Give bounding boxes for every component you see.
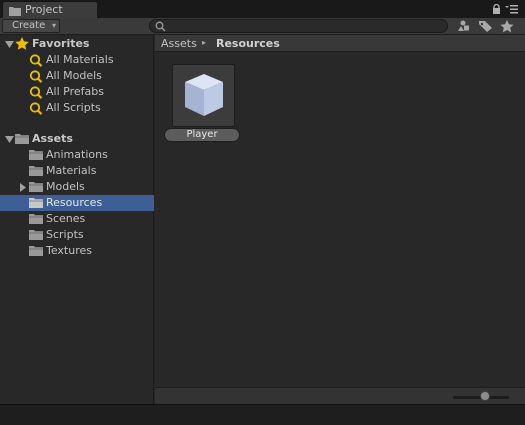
lock-icon[interactable] <box>492 3 501 17</box>
folder-icon <box>15 133 29 147</box>
favorites-header[interactable]: Favorites <box>0 36 154 52</box>
favorites-item-all-materials[interactable]: All Materials <box>0 52 154 68</box>
tag-icon <box>479 21 492 32</box>
folder-icon <box>29 213 43 227</box>
icon-size-slider-handle[interactable] <box>480 391 490 401</box>
create-button[interactable]: Create ▾ <box>2 19 60 33</box>
project-window: Project Create ▾ Favorites All Materials… <box>0 0 525 425</box>
expand-arrow-icon[interactable] <box>5 134 14 147</box>
folder-icon <box>29 197 43 211</box>
favorites-item-all-prefabs[interactable]: All Prefabs <box>0 84 154 100</box>
filter-by-label-button[interactable] <box>477 19 494 33</box>
tab-strip: Project <box>0 0 525 18</box>
favorites-item-all-scripts[interactable]: All Scripts <box>0 100 154 116</box>
tab-label: Project <box>25 3 63 16</box>
search-icon <box>155 21 166 35</box>
collapsed-arrow-icon[interactable] <box>19 182 27 195</box>
tab-project[interactable]: Project <box>2 1 98 18</box>
favorites-item-label: All Scripts <box>46 101 101 114</box>
status-bar <box>0 404 525 425</box>
bottom-bar <box>155 387 525 404</box>
folder-label: Materials <box>46 164 97 177</box>
breadcrumb: Assets ▸ Resources <box>155 35 525 52</box>
folder-scripts[interactable]: Scripts <box>0 227 154 243</box>
favorites-item-label: All Prefabs <box>46 85 104 98</box>
folder-resources[interactable]: Resources <box>0 195 154 211</box>
favorites-label: Favorites <box>32 37 90 50</box>
asset-label[interactable]: Player <box>164 128 240 142</box>
expand-arrow-icon[interactable] <box>5 39 14 52</box>
toolbar: Create ▾ <box>0 18 525 35</box>
folder-icon <box>29 229 43 243</box>
folder-label: Animations <box>46 148 108 161</box>
folder-label: Models <box>46 180 85 193</box>
dropdown-arrow-icon: ▾ <box>52 21 57 30</box>
favorites-item-all-models[interactable]: All Models <box>0 68 154 84</box>
folder-icon <box>29 245 43 259</box>
folder-animations[interactable]: Animations <box>0 147 154 163</box>
assets-header[interactable]: Assets <box>0 131 154 147</box>
favorites-item-label: All Materials <box>46 53 114 66</box>
folder-tree: Favorites All Materials All Models All P… <box>0 35 154 404</box>
menu-icon[interactable] <box>505 4 519 17</box>
folder-label: Scenes <box>46 212 86 225</box>
folder-label: Resources <box>46 196 103 209</box>
assets-panel: Assets ▸ Resources Player <box>155 35 525 387</box>
folder-materials[interactable]: Materials <box>0 163 154 179</box>
folder-icon <box>29 165 43 179</box>
save-search-button[interactable] <box>499 19 516 33</box>
favorites-item-label: All Models <box>46 69 102 82</box>
asset-thumbnail[interactable] <box>172 64 235 127</box>
search-field[interactable] <box>149 19 448 33</box>
star-icon <box>500 20 514 33</box>
search-input[interactable] <box>168 20 438 32</box>
folder-icon <box>29 149 43 163</box>
folder-label: Textures <box>46 244 92 257</box>
folder-icon <box>29 181 43 195</box>
folder-scenes[interactable]: Scenes <box>0 211 154 227</box>
filter-by-type-button[interactable] <box>457 19 474 33</box>
folder-models[interactable]: Models <box>0 179 154 195</box>
star-icon <box>15 37 29 53</box>
breadcrumb-resources[interactable]: Resources <box>216 37 280 50</box>
cube-prefab-icon <box>185 74 223 116</box>
breadcrumb-assets[interactable]: Assets <box>161 37 197 50</box>
folder-label: Scripts <box>46 228 84 241</box>
assets-label: Assets <box>32 132 73 145</box>
folder-textures[interactable]: Textures <box>0 243 154 259</box>
create-label: Create <box>12 20 46 31</box>
search-icon <box>29 102 43 118</box>
filter-type-icon <box>458 20 469 31</box>
breadcrumb-separator-icon: ▸ <box>202 38 207 47</box>
asset-item[interactable]: Player <box>164 64 242 144</box>
